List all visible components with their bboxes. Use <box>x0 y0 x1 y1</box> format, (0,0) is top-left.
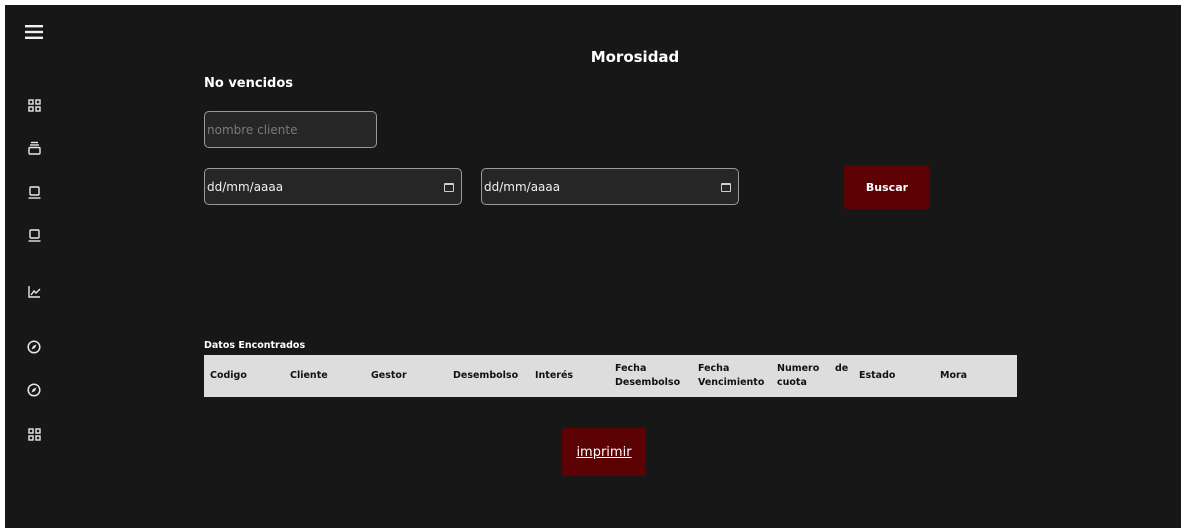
column-header-fecha-desembolso-line1: Fecha <box>615 363 647 374</box>
date-from-value: dd/mm/aaaa <box>207 179 284 194</box>
date-to-input[interactable]: dd/mm/aaaa <box>481 168 739 205</box>
date-from-input[interactable]: dd/mm/aaaa <box>204 168 462 205</box>
column-header-fecha-desembolso-line2: Desembolso <box>615 377 681 388</box>
column-header-cliente: Cliente <box>290 370 328 381</box>
column-header-numero-cuota-line1: Numero <box>777 363 820 374</box>
date-to-value: dd/mm/aaaa <box>484 179 561 194</box>
client-name-placeholder: nombre cliente <box>207 122 298 137</box>
column-header-codigo: Codigo <box>210 370 247 381</box>
stack-icon[interactable] <box>23 137 45 159</box>
laptop-icon[interactable] <box>23 224 45 246</box>
compass-icon[interactable] <box>23 336 45 358</box>
column-header-numero-cuota-de: de <box>835 363 849 374</box>
column-header-fecha-vencimiento-line2: Vencimiento <box>698 377 765 388</box>
calendar-icon[interactable] <box>444 183 454 192</box>
menu-icon[interactable] <box>23 21 45 43</box>
laptop-icon[interactable] <box>23 181 45 203</box>
column-header-numero-cuota-line2: cuota <box>777 377 807 388</box>
client-name-input[interactable]: nombre cliente <box>204 111 377 148</box>
grid-icon[interactable] <box>23 94 45 116</box>
column-header-estado: Estado <box>859 370 896 381</box>
column-header-gestor: Gestor <box>371 370 407 381</box>
sidebar <box>5 5 65 528</box>
page-title: Morosidad <box>590 48 680 66</box>
column-header-fecha-vencimiento-line1: Fecha <box>698 363 730 374</box>
search-button[interactable]: Buscar <box>844 165 930 209</box>
app-window: Morosidad No vencidos nombre cliente dd/… <box>5 5 1181 528</box>
chart-line-icon[interactable] <box>23 280 45 302</box>
compass-icon[interactable] <box>23 379 45 401</box>
calendar-icon[interactable] <box>721 183 731 192</box>
column-header-mora: Mora <box>940 370 968 381</box>
page-subtitle: No vencidos <box>204 76 294 91</box>
column-header-desembolso: Desembolso <box>453 370 519 381</box>
table-header: Codigo Cliente Gestor Desembolso Interés… <box>204 355 1017 397</box>
column-header-interes: Interés <box>535 370 574 381</box>
print-button[interactable]: imprimir <box>562 428 646 476</box>
table-caption: Datos Encontrados <box>204 340 306 351</box>
grid-icon[interactable] <box>23 423 45 445</box>
main-content: Morosidad No vencidos nombre cliente dd/… <box>180 5 1180 528</box>
